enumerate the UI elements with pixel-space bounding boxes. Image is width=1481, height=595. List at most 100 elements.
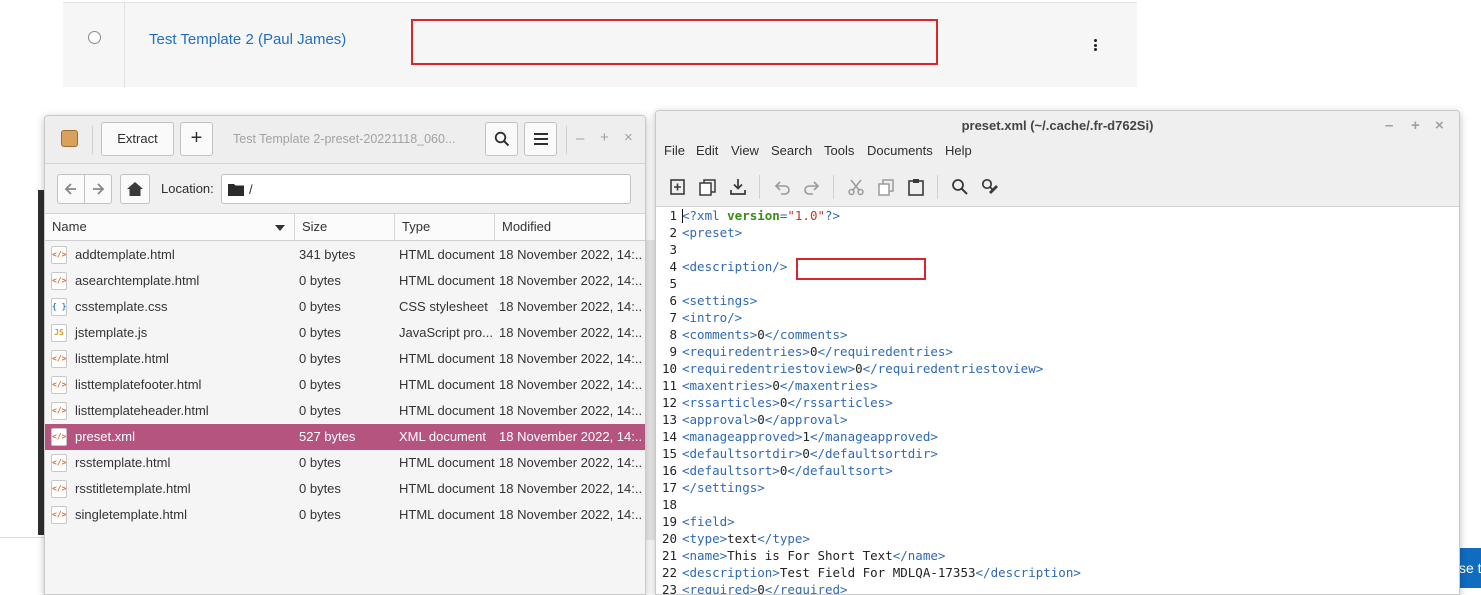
line-number: 18: [661, 497, 677, 512]
file-row[interactable]: </> addtemplate.html 341 bytes HTML documen…: [45, 242, 645, 268]
folder-icon: [228, 184, 244, 196]
js-file-icon: JS: [51, 324, 67, 342]
line-number: 15: [661, 446, 677, 461]
search-button[interactable]: [485, 122, 518, 156]
editor-text-area[interactable]: 1 <?xml version="1.0"?> 2 <preset> 3 4 <descri…: [656, 207, 1459, 594]
forward-button[interactable]: [84, 174, 112, 204]
code-token: 0: [855, 361, 863, 376]
template-link[interactable]: Test Template 2 (Paul James): [149, 31, 346, 48]
hamburger-icon: [534, 133, 548, 145]
menu-view[interactable]: View: [731, 143, 759, 158]
menu-edit[interactable]: Edit: [696, 143, 718, 158]
code-token: "1.0": [787, 208, 826, 223]
find-icon[interactable]: [950, 177, 970, 197]
html-file-icon: </>: [51, 454, 67, 472]
code-token: <approval>: [682, 412, 758, 427]
file-name: addtemplate.html: [75, 247, 175, 262]
menu-search[interactable]: Search: [771, 143, 812, 158]
line-number: 13: [661, 412, 677, 427]
code-token: <preset>: [682, 225, 743, 240]
open-file-icon[interactable]: [698, 177, 718, 197]
column-header-type[interactable]: Type: [395, 214, 495, 241]
file-row[interactable]: </> rsstemplate.html 0 bytes HTML document 1…: [45, 450, 645, 476]
code-token: <name>: [682, 548, 728, 563]
line-number: 5: [669, 276, 677, 291]
redaction-box-editor: [796, 258, 926, 280]
code-text: <settings>: [682, 292, 757, 309]
line-number: 14: [661, 429, 677, 444]
code-token: <?xml: [682, 208, 728, 223]
code-line: 5: [656, 275, 1459, 292]
redo-icon[interactable]: [802, 177, 822, 197]
file-row[interactable]: </> listtemplatefooter.html 0 bytes HTML do…: [45, 372, 645, 398]
file-size: 0 bytes: [299, 507, 341, 522]
editor-close-button[interactable]: ×: [1435, 111, 1444, 141]
code-token: </type>: [757, 531, 810, 546]
cut-icon[interactable]: [846, 177, 866, 197]
file-row[interactable]: </> preset.xml 527 bytes XML document 18 Nov…: [45, 424, 645, 450]
code-line: 14 <manageapproved>1</manageapproved>: [656, 428, 1459, 445]
text-editor-window: preset.xml (~/.cache/.fr-d762Si) – + × F…: [655, 110, 1460, 595]
code-token: <requiredentries>: [682, 344, 810, 359]
menu-tools[interactable]: Tools: [824, 143, 854, 158]
arrow-left-icon: [64, 183, 76, 195]
kebab-menu-icon[interactable]: [1091, 39, 1099, 55]
menu-file[interactable]: File: [664, 143, 685, 158]
editor-minimize-button[interactable]: –: [1385, 111, 1393, 141]
file-modified: 18 November 2022, 14:...: [499, 429, 643, 444]
code-text: <type>text</type>: [682, 530, 810, 547]
code-token: <defaultsort>: [682, 463, 780, 478]
maximize-button[interactable]: +: [600, 129, 609, 146]
undo-icon[interactable]: [772, 177, 792, 197]
paste-icon[interactable]: [906, 177, 926, 197]
home-icon: [127, 182, 143, 196]
row-divider: [124, 3, 125, 88]
line-number: 9: [669, 344, 677, 359]
file-row[interactable]: JS jstemplate.js 0 bytes JavaScript pro... 1…: [45, 320, 645, 346]
new-file-icon[interactable]: [668, 177, 688, 197]
column-header-name[interactable]: Name: [45, 214, 295, 241]
home-button[interactable]: [120, 174, 150, 204]
file-row[interactable]: </> singletemplate.html 0 bytes HTML docume…: [45, 502, 645, 528]
minimize-button[interactable]: –: [576, 130, 584, 147]
template-radio[interactable]: [88, 31, 101, 44]
extract-button[interactable]: Extract: [101, 122, 174, 156]
editor-maximize-button[interactable]: +: [1411, 111, 1420, 141]
add-files-button[interactable]: +: [180, 122, 213, 156]
code-text: <field>: [682, 513, 735, 530]
menu-documents[interactable]: Documents: [867, 143, 933, 158]
column-header-size[interactable]: Size: [295, 214, 395, 241]
toolbar-separator: [833, 175, 834, 199]
background-action-button[interactable]: se t: [1459, 548, 1481, 588]
line-number: 22: [661, 565, 677, 580]
code-line: 22 <description>Test Field For MDLQA-1735…: [656, 564, 1459, 581]
code-line: 12 <rssarticles>0</rssarticles>: [656, 394, 1459, 411]
back-button[interactable]: [57, 174, 85, 204]
menu-help[interactable]: Help: [945, 143, 972, 158]
column-header-modified[interactable]: Modified: [495, 214, 645, 241]
file-row[interactable]: </> listtemplate.html 0 bytes HTML document…: [45, 346, 645, 372]
file-name: asearchtemplate.html: [75, 273, 200, 288]
find-replace-icon[interactable]: [980, 177, 1000, 197]
hamburger-menu-button[interactable]: [524, 122, 557, 156]
code-token: This is For Short Text: [727, 548, 893, 563]
code-line: 10 <requiredentriestoview>0</requiredentr…: [656, 360, 1459, 377]
code-token: </requiredentriestoview>: [862, 361, 1044, 376]
file-row[interactable]: </> rsstitletemplate.html 0 bytes HTML docu…: [45, 476, 645, 502]
location-input[interactable]: /: [221, 174, 631, 204]
file-row[interactable]: { } csstemplate.css 0 bytes CSS stylesheet 1…: [45, 294, 645, 320]
code-text: <preset>: [682, 224, 742, 241]
save-icon[interactable]: [728, 177, 748, 197]
file-modified: 18 November 2022, 14:...: [499, 455, 643, 470]
line-number: 16: [661, 463, 677, 478]
location-label: Location:: [161, 181, 214, 196]
code-token: <comments>: [682, 327, 758, 342]
code-text: <required>0</required>: [682, 581, 848, 594]
file-size: 0 bytes: [299, 273, 341, 288]
code-text: <comments>0</comments>: [682, 326, 848, 343]
toolbar-separator: [759, 175, 760, 199]
file-row[interactable]: </> asearchtemplate.html 0 bytes HTML docum…: [45, 268, 645, 294]
close-button[interactable]: ×: [624, 129, 633, 146]
copy-icon[interactable]: [876, 177, 896, 197]
file-row[interactable]: </> listtemplateheader.html 0 bytes HTML do…: [45, 398, 645, 424]
